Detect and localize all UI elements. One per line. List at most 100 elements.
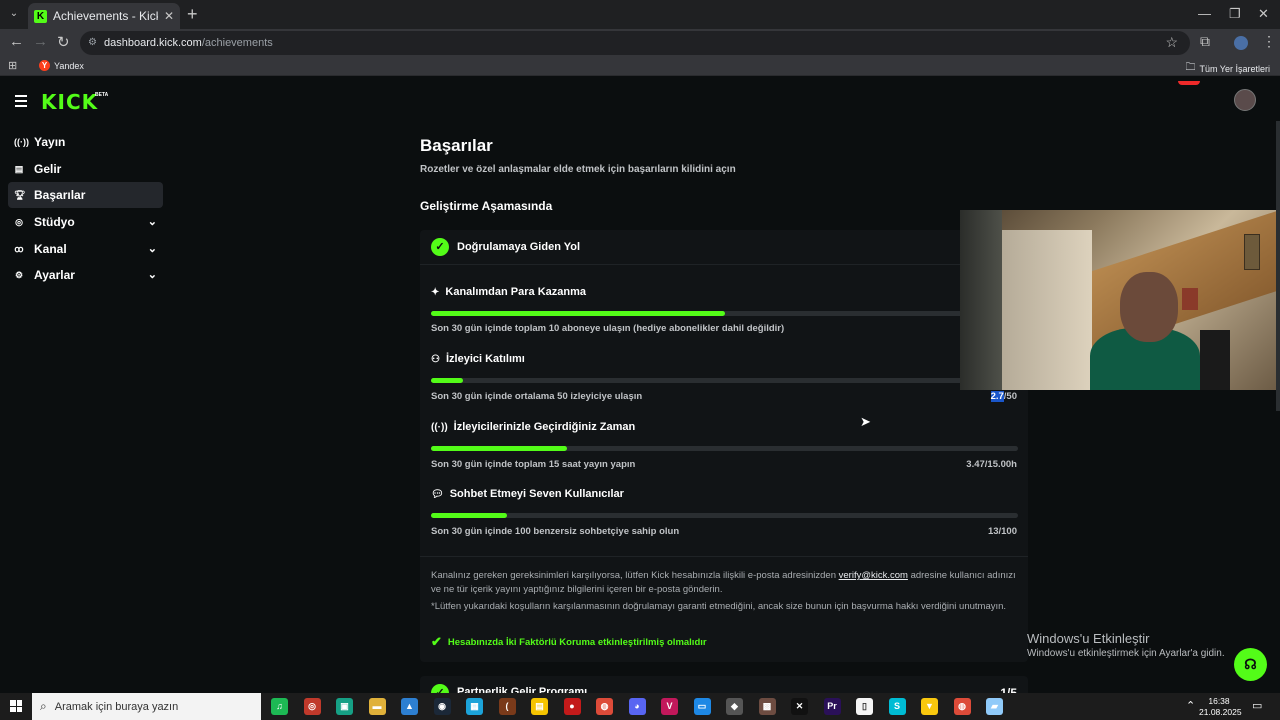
chevron-down-icon[interactable]: ⌄ (148, 215, 157, 228)
progress-fill (431, 446, 567, 451)
extensions-icon[interactable]: ⧉ (1200, 33, 1210, 50)
address-bar[interactable]: ⚙ dashboard.kick.com/achievements ☆ (80, 31, 1190, 55)
progress-bar (431, 513, 1018, 518)
site-info-icon[interactable]: ⚙ (88, 37, 97, 48)
sidebar-item-label: Stüdyo (34, 215, 75, 229)
progress-bar (431, 378, 1018, 383)
app-icon[interactable]: ▲ (401, 698, 418, 715)
webcam-door (960, 210, 1002, 390)
app-icon[interactable]: ▣ (336, 698, 353, 715)
close-tab-icon[interactable]: ✕ (164, 9, 174, 23)
requirement-total: /50 (1003, 391, 1017, 402)
app-icon[interactable]: V (661, 698, 678, 715)
taskbar-search[interactable]: ⌕ Aramak için buraya yazın (32, 693, 261, 720)
requirement-desc: Son 30 gün içinde ortalama 50 izleyiciye… (431, 391, 643, 402)
browser-tab[interactable]: K Achievements - Kick Dashboard ✕ (28, 3, 180, 29)
clock-date: 21.08.2025 (1199, 707, 1242, 717)
search-icon: ⌕ (40, 699, 47, 713)
discord-icon[interactable]: ◕ (628, 698, 646, 715)
app-icon[interactable]: S (888, 698, 906, 715)
requirement-label: İzleyicilerinizle Geçirdiğiniz Zaman (453, 421, 636, 433)
restore-icon[interactable]: ❐ (1229, 6, 1241, 22)
browser-toolbar: ← → ↻ ⚙ dashboard.kick.com/achievements … (0, 29, 1280, 57)
clock-time: 16:38 (1208, 696, 1230, 706)
windows-taskbar: ⌕ Aramak için buraya yazın ♫ ◎ ▣ ▬ ▲ ◉ ▦ ( ▤ ● ◍ ◕ V… (0, 693, 1280, 720)
forward-icon[interactable]: → (33, 33, 48, 50)
requirement-title: ⚇ İzleyici Katılımı (431, 353, 525, 365)
kick-favicon-icon: K (34, 9, 47, 23)
progress-fill (431, 311, 725, 316)
sidebar-item-channel[interactable]: ꝏ Kanal ⌄ (8, 236, 163, 262)
tab-search-icon[interactable]: ⌄ (6, 6, 22, 22)
app-icon[interactable]: ◆ (726, 698, 743, 715)
windows-start-icon[interactable] (10, 700, 22, 712)
menu-icon[interactable]: ⋮ (1262, 33, 1276, 50)
app-icon[interactable]: ● (563, 698, 581, 715)
progress-fill (431, 378, 463, 383)
sidebar-item-achievements[interactable]: 🏆︎ Başarılar (8, 182, 163, 208)
chevron-down-icon[interactable]: ⌄ (148, 268, 157, 281)
page-title: Başarılar (420, 136, 493, 155)
card-header[interactable]: ✓ Doğrulamaya Giden Yol (420, 230, 1028, 265)
url-domain: dashboard.kick.com (104, 37, 202, 49)
steam-icon[interactable]: ◉ (433, 698, 451, 715)
webcam-poster (1244, 234, 1260, 270)
verify-email-link[interactable]: verify@kick.com (839, 570, 908, 581)
premiere-icon[interactable]: Pr (823, 698, 841, 715)
spotify-icon[interactable]: ♫ (271, 698, 288, 715)
sidebar-item-studio[interactable]: ◎ Stüdyo ⌄ (8, 209, 163, 235)
app-icon[interactable]: ◎ (303, 698, 321, 715)
sidebar-item-settings[interactable]: ⚙ Ayarlar ⌄ (8, 262, 163, 288)
notification-indicator (1178, 81, 1200, 85)
sidebar-item-label: Kanal (34, 242, 67, 256)
apps-grid-icon[interactable]: ⊞ (8, 59, 17, 72)
requirement-value: 3.47/15.00h (966, 459, 1017, 470)
support-chat-icon[interactable]: ☊ (1234, 648, 1267, 681)
document-icon[interactable]: ▯ (856, 698, 873, 715)
notes-icon[interactable]: ▤ (531, 698, 548, 715)
mouse-cursor-icon: ➤ (860, 414, 871, 429)
user-avatar[interactable] (1234, 89, 1256, 111)
file-explorer-icon[interactable]: ▬ (368, 698, 386, 715)
webcam-wall (1002, 230, 1092, 390)
kick-logo[interactable]: KICK (41, 90, 98, 114)
chrome-icon[interactable]: ◍ (953, 698, 971, 715)
notifications-icon[interactable]: ▭ (1252, 699, 1262, 712)
tray-chevron-icon[interactable]: ⌃ (1186, 699, 1195, 712)
sidebar-item-broadcast[interactable]: ((·)) Yayın (8, 129, 163, 155)
broadcast-icon: ((·)) (14, 137, 29, 147)
new-tab-icon[interactable]: + (187, 4, 198, 25)
bookmark-star-icon[interactable]: ☆ (1165, 34, 1178, 51)
menu-toggle-icon[interactable] (15, 95, 27, 110)
trophy-icon: 🏆︎ (14, 189, 26, 200)
taskbar-search-placeholder: Aramak için buraya yazın (54, 700, 179, 713)
scrollbar[interactable] (1276, 121, 1280, 411)
sidebar-item-revenue[interactable]: ▤ Gelir (8, 156, 163, 182)
verification-card: ✓ Doğrulamaya Giden Yol ✦ Kanalımdan Par… (420, 230, 1028, 662)
profile-avatar[interactable] (1234, 36, 1248, 50)
chevron-down-icon[interactable]: ⌄ (148, 242, 157, 255)
tab-title: Achievements - Kick Dashboard (53, 9, 158, 23)
webcam-chair (1200, 330, 1230, 390)
webcam-overlay (960, 210, 1280, 390)
app-icon[interactable]: ▼ (921, 698, 938, 715)
app-icon[interactable]: ▦ (466, 698, 483, 715)
section-title: Geliştirme Aşamasında (420, 199, 553, 213)
requirement-value: 2.7/50 (990, 391, 1017, 402)
twofa-label: Hesabınızda İki Faktörlü Koruma etkinleş… (447, 636, 707, 648)
app-icon[interactable]: ▰ (986, 698, 1003, 715)
bookmark-yandex[interactable]: Y Yandex (39, 60, 84, 71)
back-icon[interactable]: ← (9, 33, 24, 50)
app-icon[interactable]: ( (498, 698, 516, 715)
app-header (0, 81, 1280, 121)
taskbar-clock[interactable]: 16:38 21.08.2025 (1199, 696, 1242, 718)
close-window-icon[interactable]: ✕ (1258, 6, 1269, 22)
broadcast-icon: ((·)) (431, 421, 448, 433)
reload-icon[interactable]: ↻ (57, 33, 70, 51)
minimize-icon[interactable]: — (1198, 6, 1211, 21)
app-icon[interactable]: ▩ (758, 698, 776, 715)
capcut-icon[interactable]: ✕ (791, 698, 808, 715)
chrome-icon[interactable]: ◍ (596, 698, 613, 715)
all-bookmarks[interactable]: 🗀 Tüm Yer İşaretleri (1185, 60, 1270, 77)
app-icon[interactable]: ▭ (693, 698, 711, 715)
